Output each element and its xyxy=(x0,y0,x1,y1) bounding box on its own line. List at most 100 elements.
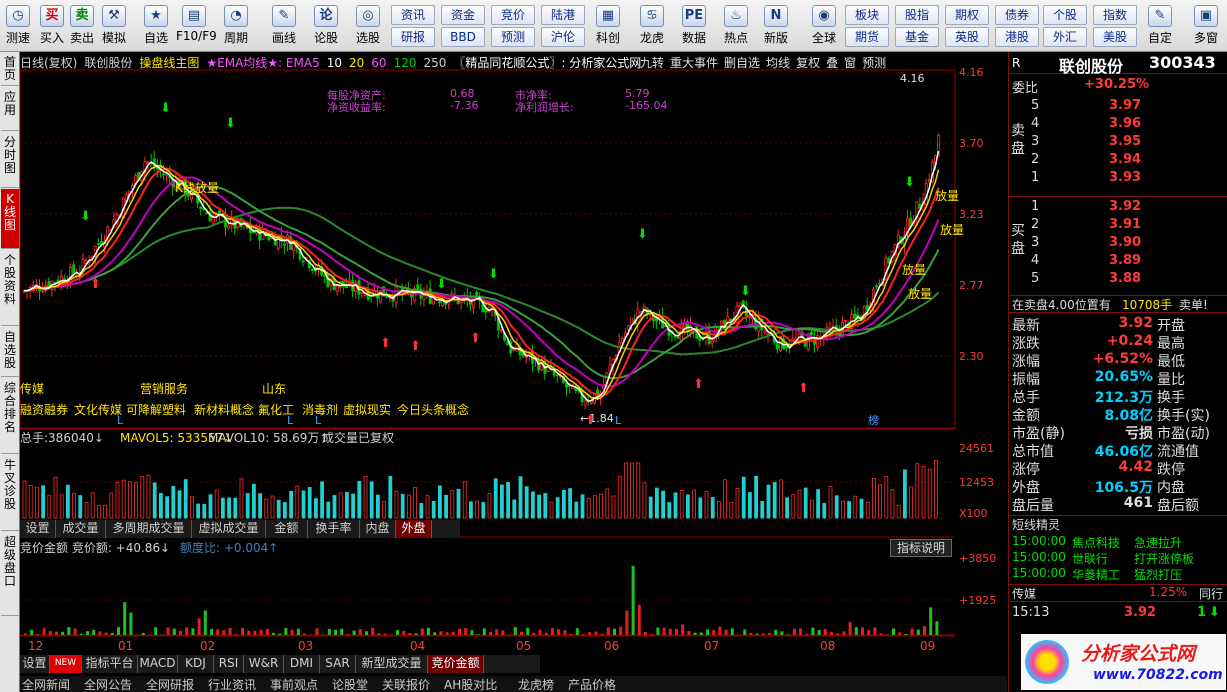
sell-signal-arrow: ⬆ xyxy=(410,339,421,354)
stat-row: 总手 212.3万 换手 xyxy=(1009,387,1227,406)
indicator-tab-新型成交量[interactable]: 新型成交量 xyxy=(356,655,428,673)
vol-tab-虚拟成交量[interactable]: 虚拟成交量 xyxy=(192,520,266,538)
news-tab[interactable]: 论股堂 xyxy=(332,676,368,692)
auction-bar xyxy=(340,628,344,635)
indicator-tab-NEW[interactable]: NEW xyxy=(50,655,82,673)
auction-bar xyxy=(67,627,71,635)
volume-bar xyxy=(704,490,709,519)
news-tab[interactable]: AH股对比 xyxy=(444,676,497,692)
toolbar-自选-button[interactable]: ★ 自选 xyxy=(138,2,174,50)
toolbar-热点-button[interactable]: ♨ 热点 xyxy=(718,2,754,50)
sector-more[interactable]: 同行 xyxy=(1199,585,1223,602)
news-tab[interactable]: 龙虎榜 xyxy=(518,676,554,692)
left-nav-首页[interactable]: 首页 xyxy=(1,52,19,86)
news-tab[interactable]: 全网研报 xyxy=(146,676,194,692)
indicator-tab-RSI[interactable]: RSI xyxy=(214,655,244,673)
indicator-tab-DMI[interactable]: DMI xyxy=(284,655,320,673)
toolbar-卖出-button[interactable]: 卖卖出 xyxy=(64,2,100,50)
left-nav-综合排名[interactable]: 综合排名 xyxy=(1,378,19,454)
elf-row[interactable]: 15:00:00 华菱精工 猛烈打压 xyxy=(1009,566,1227,584)
candle-body xyxy=(853,313,857,319)
auction-bar xyxy=(166,627,170,635)
news-tab[interactable]: 全网公告 xyxy=(84,676,132,692)
news-tab[interactable]: 产品价格 xyxy=(568,676,616,692)
quick-button[interactable]: 预测 xyxy=(491,27,535,47)
vol-tab-金额[interactable]: 金额 xyxy=(266,520,308,538)
vol-tab-内盘[interactable]: 内盘 xyxy=(360,520,396,538)
left-nav-自选股[interactable]: 自选股 xyxy=(1,327,19,377)
quick-button[interactable]: 港股 xyxy=(995,27,1039,47)
vol-tab-成交量[interactable]: 成交量 xyxy=(56,520,106,538)
left-nav-超级盘口[interactable]: 超级盘口 xyxy=(1,532,19,616)
toolbar-数据-button[interactable]: PE 数据 xyxy=(676,2,712,50)
quick-button[interactable]: 个股 xyxy=(1043,5,1087,25)
quick-button[interactable]: 债券 xyxy=(995,5,1039,25)
indicator-tab-设置[interactable]: 设置 xyxy=(20,655,50,673)
auction-bar xyxy=(259,629,263,635)
toolbar-多窗-button[interactable]: ▣ 多窗 xyxy=(1188,2,1224,50)
quick-button[interactable]: 期货 xyxy=(845,27,889,47)
quick-button[interactable]: 指数 xyxy=(1093,5,1137,25)
quick-button[interactable]: 竞价 xyxy=(491,5,535,25)
indicator-tab-MACD[interactable]: MACD xyxy=(138,655,178,673)
toolbar-龙虎-button[interactable]: ♋ 龙虎 xyxy=(634,2,670,50)
news-tab[interactable]: 关联报价 xyxy=(382,676,430,692)
quick-button[interactable]: 外汇 xyxy=(1043,27,1087,47)
toolbar-画线-button[interactable]: ✎ 画线 xyxy=(266,2,302,50)
auction-bar xyxy=(222,630,226,635)
toolbar-全球-button[interactable]: ◉ 全球 xyxy=(806,2,842,50)
ask-price: 3.94 xyxy=(1109,152,1142,167)
toolbar-周期-button[interactable]: ◔ 周期 xyxy=(218,2,254,50)
vol-tab-换手率[interactable]: 换手率 xyxy=(308,520,360,538)
quick-button[interactable]: 期权 xyxy=(945,5,989,25)
indicator-tab-bar: 设置 NEW 指标平台 MACD KDJ RSI W&R DMI SAR 新型成交量 竞价金额 xyxy=(20,655,540,673)
toolbar-自定-button[interactable]: ✎ 自定 xyxy=(1142,2,1178,50)
auction-bar xyxy=(303,633,306,635)
news-tab[interactable]: 全网新闻 xyxy=(22,676,70,692)
quick-button[interactable]: 陆港 xyxy=(541,5,585,25)
left-nav-应用[interactable]: 应用 xyxy=(1,87,19,131)
vol-tab-设置[interactable]: 设置 xyxy=(20,520,56,538)
quick-button[interactable]: 基金 xyxy=(895,27,939,47)
quick-button[interactable]: 研报 xyxy=(391,27,435,47)
ema10-line xyxy=(23,168,940,397)
left-nav-个股资料[interactable]: 个股资料 xyxy=(1,250,19,326)
auction-bar xyxy=(216,629,220,635)
toolbar-论股-button[interactable]: 论论股 xyxy=(308,2,344,50)
volume-annotation: K线放量 xyxy=(175,180,219,195)
quick-button[interactable]: 资讯 xyxy=(391,5,435,25)
left-nav-分时图[interactable]: 分时图 xyxy=(1,132,19,188)
left-nav-K线图[interactable]: K线图 xyxy=(1,189,19,249)
toolbar-选股-button[interactable]: ◎ 选股 xyxy=(350,2,386,50)
quick-button[interactable]: 板块 xyxy=(845,5,889,25)
indicator-tab-SAR[interactable]: SAR xyxy=(320,655,356,673)
toolbar-F10/F9-button[interactable]: ▤ F10/F9 xyxy=(176,2,217,50)
quick-button[interactable]: 沪伦 xyxy=(541,27,585,47)
toolbar-科创-button[interactable]: ▦ 科创 xyxy=(590,2,626,50)
quick-button[interactable]: 美股 xyxy=(1093,27,1137,47)
toolbar-模拟-button[interactable]: ⚒ 模拟 xyxy=(96,2,132,50)
candle-body xyxy=(555,374,559,377)
toolbar-测速-button[interactable]: ◷ 测速 xyxy=(0,2,36,50)
left-nav-牛叉诊股[interactable]: 牛叉诊股 xyxy=(1,455,19,531)
auction-bar xyxy=(730,628,734,635)
indicator-tab-KDJ[interactable]: KDJ xyxy=(178,655,214,673)
quick-button[interactable]: 资金 xyxy=(441,5,485,25)
volume-bar xyxy=(791,494,796,519)
fin-d-label: 净利润增长: xyxy=(515,101,574,114)
quick-button[interactable]: 股指 xyxy=(895,5,939,25)
indicator-tab-W&R[interactable]: W&R xyxy=(244,655,284,673)
news-tab[interactable]: 事前观点 xyxy=(270,676,318,692)
indicator-tab-竞价金额[interactable]: 竞价金额 xyxy=(428,655,484,673)
vol-tab-外盘[interactable]: 外盘 xyxy=(396,520,432,538)
vol-tab-多周期成交量[interactable]: 多周期成交量 xyxy=(106,520,192,538)
kline-chart-area[interactable]: 日线(复权) 联创股份 操盘线主图 ★EMA均线★: EMA5 10 20 60 120 250… xyxy=(20,52,1007,692)
candle-body xyxy=(422,294,426,301)
news-tab[interactable]: 行业资讯 xyxy=(208,676,256,692)
candle-body xyxy=(878,282,882,285)
quick-button[interactable]: 英股 xyxy=(945,27,989,47)
toolbar-新版-button[interactable]: N 新版 xyxy=(758,2,794,50)
quick-button[interactable]: BBD xyxy=(441,27,485,47)
indicator-tab-指标平台[interactable]: 指标平台 xyxy=(82,655,138,673)
indicator-help-button[interactable]: 指标说明 xyxy=(890,539,952,557)
